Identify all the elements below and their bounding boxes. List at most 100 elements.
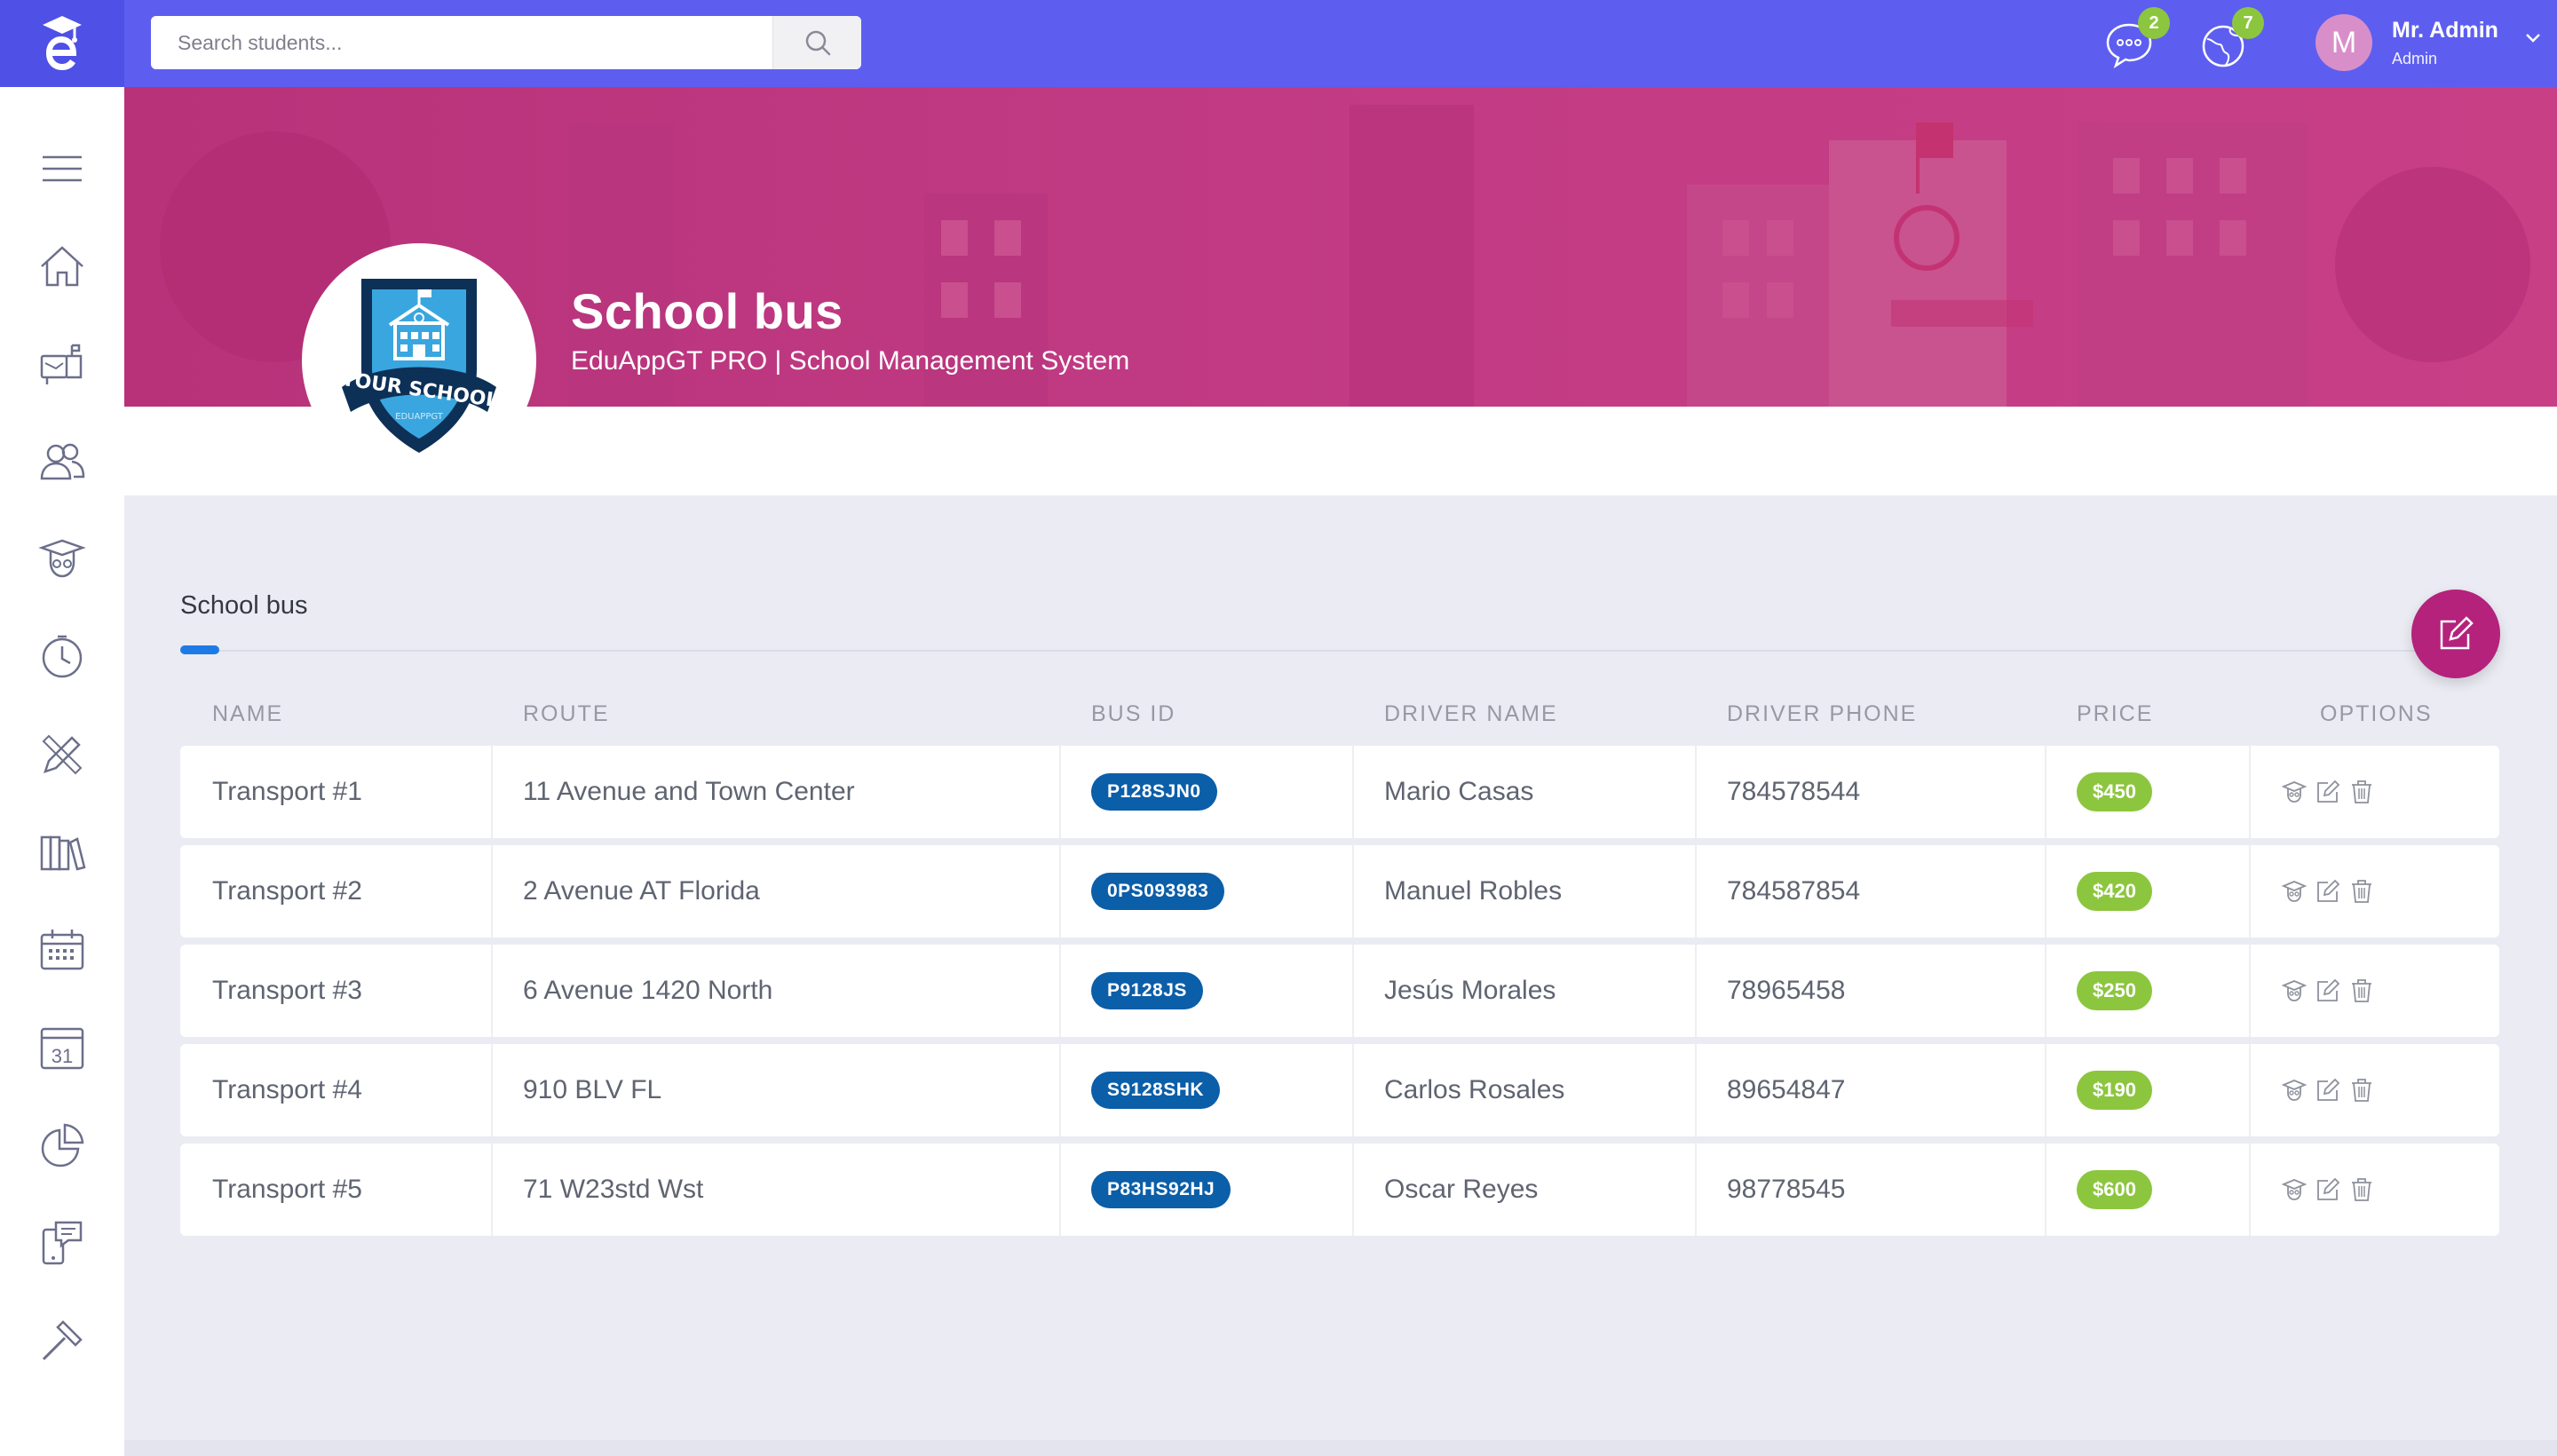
cell-driver-name: Carlos Rosales: [1384, 1075, 1565, 1104]
graduate-icon: [38, 539, 86, 578]
price-badge: $190: [2077, 1071, 2152, 1110]
edit-icon[interactable]: [2315, 977, 2341, 1004]
sidebar-item-mailbox[interactable]: [37, 339, 87, 389]
column-separator: [1352, 1044, 1354, 1136]
sidebar-item-exams[interactable]: [37, 730, 87, 779]
cell-options: [2281, 1143, 2375, 1236]
sidebar-item-library[interactable]: [37, 827, 87, 877]
column-separator: [2045, 746, 2046, 838]
bus-id-badge: P83HS92HJ: [1091, 1171, 1231, 1208]
header-route[interactable]: ROUTE: [523, 701, 610, 727]
cell-price: $250: [2077, 945, 2152, 1037]
edit-icon[interactable]: [2315, 1077, 2341, 1104]
sidebar-item-messages[interactable]: [37, 1218, 87, 1268]
column-separator: [2045, 945, 2046, 1037]
trash-icon[interactable]: [2348, 779, 2375, 805]
header-driver-name[interactable]: DRIVER NAME: [1384, 701, 1558, 727]
logo-icon: [43, 16, 82, 70]
cell-bus-id: 0PS093983: [1091, 845, 1225, 938]
cell-driver-name: Oscar Reyes: [1384, 1175, 1539, 1204]
sidebar-item-schedule[interactable]: [37, 925, 87, 975]
table-row[interactable]: Transport #3 6 Avenue 1420 North P9128JS Je…: [180, 945, 2499, 1037]
edit-icon[interactable]: [2315, 878, 2341, 905]
sidebar-item-home[interactable]: [37, 241, 87, 291]
view-student-icon[interactable]: [2281, 1077, 2308, 1104]
table-row[interactable]: Transport #5 71 W23std Wst P83HS92HJ Oscar …: [180, 1143, 2499, 1236]
table-row[interactable]: Transport #4 910 BLV FL S9128SHK Carlos Ros…: [180, 1044, 2499, 1136]
sidebar-item-calendar[interactable]: 31: [37, 1023, 87, 1072]
cell-options: [2281, 845, 2375, 938]
column-separator: [1352, 845, 1354, 938]
column-separator: [1352, 945, 1354, 1037]
column-separator: [1059, 1143, 1061, 1236]
pie-chart-icon: [41, 1123, 84, 1167]
top-bar: 2 7 M Mr. Admin Admin: [0, 0, 2557, 87]
cell-driver-name: Mario Casas: [1384, 777, 1534, 806]
header-price[interactable]: PRICE: [2077, 701, 2153, 727]
chevron-down-icon[interactable]: [2520, 25, 2546, 51]
calendar-icon: [40, 930, 84, 970]
user-name[interactable]: Mr. Admin: [2392, 18, 2498, 44]
header-driver-phone[interactable]: DRIVER PHONE: [1727, 701, 1917, 727]
trash-icon[interactable]: [2348, 1077, 2375, 1104]
cell-name: Transport #4: [212, 1075, 362, 1104]
section-title: School bus: [180, 591, 308, 620]
view-student-icon[interactable]: [2281, 1176, 2308, 1203]
notifications-button[interactable]: 7: [2198, 7, 2264, 73]
sidebar-item-users[interactable]: [37, 437, 87, 487]
cell-route: 11 Avenue and Town Center: [523, 777, 855, 806]
cell-bus-id: P83HS92HJ: [1091, 1143, 1231, 1236]
sidebar-item-settings[interactable]: [37, 1316, 87, 1365]
clock-icon: [42, 635, 83, 678]
cell-bus-id: S9128SHK: [1091, 1044, 1221, 1136]
table-row[interactable]: Transport #1 11 Avenue and Town Center P12…: [180, 746, 2499, 838]
header-name[interactable]: NAME: [212, 701, 283, 727]
avatar[interactable]: M: [2316, 14, 2372, 71]
search-icon: [805, 30, 830, 56]
column-separator: [2045, 845, 2046, 938]
edit-icon[interactable]: [2315, 779, 2341, 805]
sidebar-item-reports[interactable]: [37, 1120, 87, 1170]
view-student-icon[interactable]: [2281, 779, 2308, 805]
edit-icon[interactable]: [2315, 1176, 2341, 1203]
cell-options: [2281, 746, 2375, 838]
view-student-icon[interactable]: [2281, 878, 2308, 905]
column-separator: [491, 1044, 493, 1136]
cell-price: $600: [2077, 1143, 2152, 1236]
sidebar-item-attendance[interactable]: [37, 632, 87, 682]
column-separator: [1695, 945, 1697, 1037]
trash-icon[interactable]: [2348, 1176, 2375, 1203]
price-badge: $250: [2077, 971, 2152, 1010]
price-badge: $600: [2077, 1170, 2152, 1209]
column-separator: [491, 1143, 493, 1236]
bus-id-badge: S9128SHK: [1091, 1072, 1221, 1109]
trash-icon[interactable]: [2348, 878, 2375, 905]
column-separator: [2249, 1044, 2251, 1136]
cell-options: [2281, 945, 2375, 1037]
search-button[interactable]: [772, 16, 861, 69]
home-icon: [41, 246, 83, 287]
cell-price: $450: [2077, 746, 2152, 838]
sidebar-item-students[interactable]: [37, 534, 87, 584]
trash-icon[interactable]: [2348, 977, 2375, 1004]
sidebar-item-menu[interactable]: [37, 144, 87, 194]
messages-button[interactable]: 2: [2104, 7, 2170, 73]
column-separator: [2249, 945, 2251, 1037]
school-crest-icon: YOUR SCHOOL EDUAPPGT: [339, 279, 500, 453]
sidebar: 31: [0, 87, 124, 1456]
edit-fab-button[interactable]: [2411, 590, 2500, 678]
cell-bus-id: P128SJN0: [1091, 746, 1217, 838]
messages-badge: 2: [2138, 7, 2170, 39]
table-row[interactable]: Transport #2 2 Avenue AT Florida 0PS093983…: [180, 845, 2499, 938]
app-logo[interactable]: [0, 0, 124, 87]
header-bus-id[interactable]: BUS ID: [1091, 701, 1176, 727]
cell-bus-id: P9128JS: [1091, 945, 1203, 1037]
books-icon: [40, 835, 86, 871]
bus-id-badge: 0PS093983: [1091, 873, 1225, 910]
column-separator: [491, 945, 493, 1037]
column-separator: [1695, 1143, 1697, 1236]
notifications-badge: 7: [2232, 7, 2264, 39]
column-separator: [2045, 1143, 2046, 1236]
view-student-icon[interactable]: [2281, 977, 2308, 1004]
search-input[interactable]: [151, 16, 772, 69]
